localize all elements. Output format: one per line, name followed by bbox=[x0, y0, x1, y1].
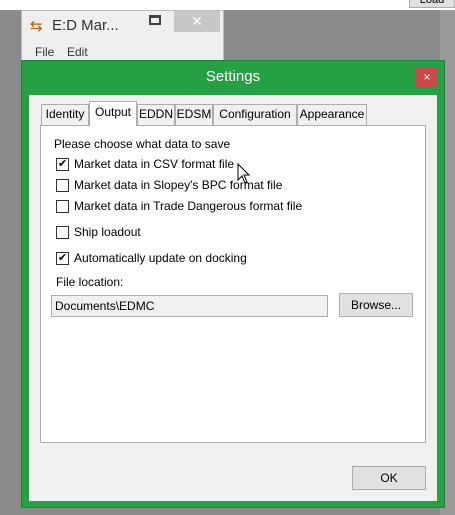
checkbox[interactable]: ✔ bbox=[56, 158, 69, 171]
main-window-close-button[interactable]: ✕ bbox=[174, 11, 220, 32]
option-label: Automatically update on docking bbox=[74, 251, 247, 265]
main-window-titlebar: ⇆ E:D Mar... ✕ bbox=[22, 11, 223, 41]
file-location-label: File location: bbox=[56, 275, 124, 289]
app-icon: ⇆ bbox=[30, 18, 43, 35]
output-prompt: Please choose what data to save bbox=[54, 137, 231, 151]
option-label: Ship loadout bbox=[74, 225, 141, 239]
tab-configuration[interactable]: Configuration bbox=[213, 104, 297, 125]
main-menu-bar: File Edit bbox=[22, 42, 223, 62]
tab-appearance[interactable]: Appearance bbox=[297, 104, 367, 125]
main-window-title: E:D Mar... bbox=[52, 17, 119, 34]
mouse-cursor-icon bbox=[237, 163, 251, 184]
settings-dialog: Settings × Identity Output EDDN EDSM Con… bbox=[21, 60, 445, 508]
tab-output[interactable]: Output bbox=[89, 101, 137, 126]
tab-identity[interactable]: Identity bbox=[41, 104, 89, 125]
load-button[interactable]: Load bbox=[409, 0, 455, 8]
checkbox[interactable] bbox=[56, 200, 69, 213]
close-icon[interactable]: × bbox=[416, 67, 438, 88]
background-window-strip: Load bbox=[0, 0, 455, 10]
dialog-client-area: Identity Output EDDN EDSM Configuration … bbox=[29, 95, 437, 501]
menu-file[interactable]: File bbox=[35, 45, 54, 59]
option-label: Market data in Slopey's BPC format file bbox=[74, 178, 283, 192]
browse-button[interactable]: Browse... bbox=[339, 293, 413, 317]
checkbox[interactable]: ✔ bbox=[56, 252, 69, 265]
output-tab-panel: Please choose what data to save ✔ Market… bbox=[40, 125, 426, 443]
file-location-field[interactable]: Documents\EDMC bbox=[51, 295, 328, 317]
option-label: Market data in CSV format file bbox=[74, 157, 235, 171]
ok-button[interactable]: OK bbox=[352, 466, 426, 490]
maximize-icon[interactable] bbox=[149, 15, 161, 25]
option-label: Market data in Trade Dangerous format fi… bbox=[74, 199, 303, 213]
checkbox[interactable] bbox=[56, 179, 69, 192]
tab-eddn[interactable]: EDDN bbox=[137, 104, 175, 125]
tab-edsm[interactable]: EDSM bbox=[175, 104, 213, 125]
dialog-title: Settings bbox=[205, 68, 261, 85]
checkbox[interactable] bbox=[56, 226, 69, 239]
menu-edit[interactable]: Edit bbox=[67, 45, 88, 59]
